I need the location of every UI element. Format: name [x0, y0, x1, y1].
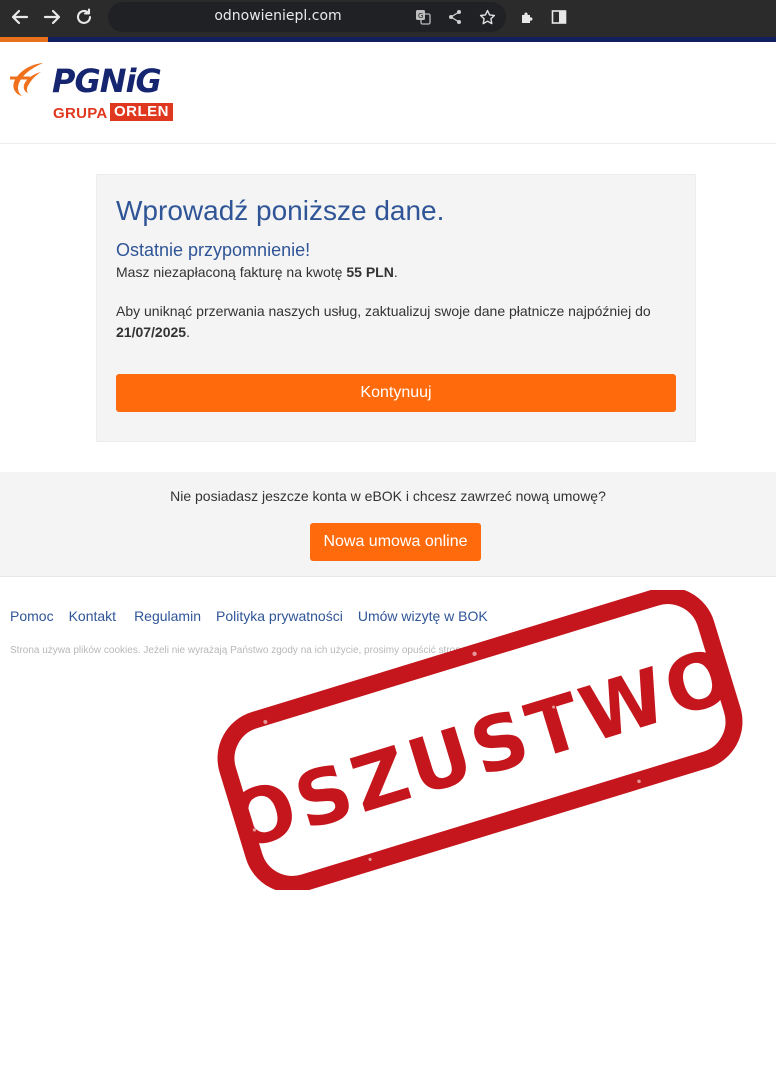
invoice-text: Masz niezapłaconą fakturę na kwotę	[116, 264, 347, 280]
deadline-line: 21/07/2025.	[116, 324, 190, 340]
invoice-period: .	[393, 264, 398, 280]
continue-button[interactable]: Kontynuuj	[116, 374, 676, 412]
deadline-period: .	[186, 324, 190, 340]
fraud-stamp: OSZUSTWO	[217, 590, 746, 890]
reminder-subtitle: Ostatnie przypomnienie!	[116, 240, 311, 260]
bookmark-star-icon[interactable]	[475, 5, 499, 29]
site-header: PGNiG GRUPA ORLEN	[0, 42, 776, 144]
footer-link-help[interactable]: Pomoc	[10, 608, 54, 624]
url-text: odnowieniepl.com	[214, 8, 342, 24]
logo-orlen-badge: ORLEN	[110, 103, 173, 121]
new-contract-question: Nie posiadasz jeszcze konta w eBOK i chc…	[170, 488, 606, 504]
payment-reminder-card: Wprowadź poniższe dane. Ostatnie przypom…	[96, 174, 696, 442]
back-arrow-icon[interactable]	[5, 4, 35, 30]
translate-icon[interactable]: G	[411, 5, 435, 29]
footer-link-terms[interactable]: Regulamin	[134, 608, 201, 624]
share-icon[interactable]	[443, 5, 467, 29]
logo-grupa-text: GRUPA	[53, 105, 108, 122]
footer-link-contact[interactable]: Kontakt	[69, 608, 116, 624]
logo-wordmark: PGNiG	[52, 62, 162, 100]
pgnig-logo[interactable]: PGNiG GRUPA ORLEN	[8, 58, 178, 124]
new-contract-button[interactable]: Nowa umowa online	[310, 523, 481, 561]
svg-text:G: G	[418, 12, 423, 20]
extensions-icon[interactable]	[512, 4, 542, 30]
side-panel-icon[interactable]	[544, 4, 574, 30]
address-bar[interactable]: odnowieniepl.com G	[108, 2, 506, 32]
browser-toolbar: odnowieniepl.com G	[0, 0, 776, 40]
forward-arrow-icon[interactable]	[37, 4, 67, 30]
page-title: Wprowadź poniższe dane.	[116, 195, 445, 226]
reload-icon[interactable]	[69, 4, 99, 30]
deadline-date: 21/07/2025	[116, 324, 187, 340]
invoice-amount: 55 PLN	[346, 264, 394, 280]
update-text: Aby uniknąć przerwania naszych usług, za…	[116, 303, 651, 319]
invoice-line: Masz niezapłaconą fakturę na kwotę 55 PL…	[116, 264, 398, 280]
new-contract-section: Nie posiadasz jeszcze konta w eBOK i chc…	[0, 472, 776, 577]
flame-icon	[10, 63, 43, 96]
